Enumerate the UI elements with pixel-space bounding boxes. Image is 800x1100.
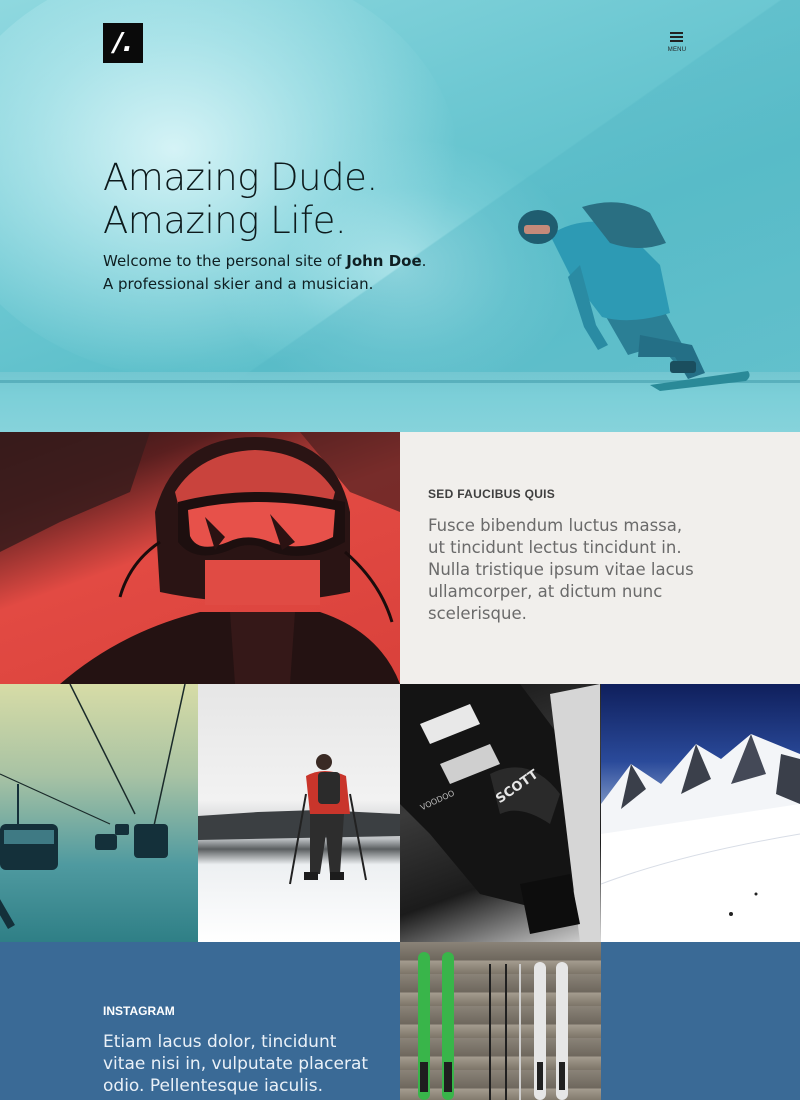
hero-title-line1: Amazing Dude. bbox=[103, 156, 378, 199]
hero-subtitle: Welcome to the personal site of John Doe… bbox=[103, 250, 523, 296]
hero-title: Amazing Dude. Amazing Life. bbox=[103, 156, 523, 242]
gallery-mountain-photo[interactable] bbox=[601, 684, 800, 942]
gallery-ski-lift-photo[interactable] bbox=[0, 684, 198, 942]
logo-text: /. bbox=[113, 28, 133, 58]
hero-sub-prefix: Welcome to the personal site of bbox=[103, 252, 347, 270]
hero-sub-line2: A professional skier and a musician. bbox=[103, 275, 374, 293]
gallery-hiker-photo[interactable] bbox=[198, 684, 400, 942]
skis-image bbox=[418, 952, 568, 1100]
feature-text: Fusce bibendum luctus massa, ut tincidun… bbox=[428, 516, 694, 623]
instagram-section: INSTAGRAM Etiam lacus dolor, tincidunt v… bbox=[0, 942, 400, 1100]
hamburger-icon-bar bbox=[670, 36, 683, 38]
instagram-label: INSTAGRAM bbox=[103, 1004, 175, 1018]
skier-goggles-photo bbox=[0, 432, 400, 684]
hero-title-line2: Amazing Life. bbox=[103, 199, 347, 242]
hero-section: /. MENU Amazing Dude. Amazing Life. Welc… bbox=[0, 0, 800, 432]
mountain-image bbox=[601, 734, 800, 942]
gallery-ski-boot-photo[interactable]: SCOTT VOODOO bbox=[400, 684, 601, 942]
menu-label: MENU bbox=[667, 47, 687, 53]
hamburger-icon-bar bbox=[670, 32, 683, 34]
menu-button[interactable]: MENU bbox=[668, 31, 686, 55]
site-logo[interactable]: /. bbox=[103, 23, 143, 63]
feature-label: SED FAUCIBUS QUIS bbox=[428, 487, 556, 501]
blue-filler-tile bbox=[601, 942, 800, 1100]
hamburger-icon-bar bbox=[670, 40, 683, 42]
hiker-image bbox=[198, 754, 400, 885]
hero-sub-suffix: . bbox=[421, 252, 427, 270]
snowboarder-image bbox=[518, 202, 750, 391]
instagram-text: Etiam lacus dolor, tincidunt vitae nisi … bbox=[103, 1032, 369, 1096]
gallery-skis-photo[interactable] bbox=[400, 942, 601, 1100]
ski-boot-image: SCOTT VOODOO bbox=[400, 684, 600, 942]
ski-lift-image bbox=[0, 684, 186, 929]
hero-sub-name: John Doe bbox=[346, 252, 422, 270]
goggles-portrait-image bbox=[0, 432, 400, 684]
feature-section: SED FAUCIBUS QUIS Fusce bibendum luctus … bbox=[400, 432, 800, 684]
